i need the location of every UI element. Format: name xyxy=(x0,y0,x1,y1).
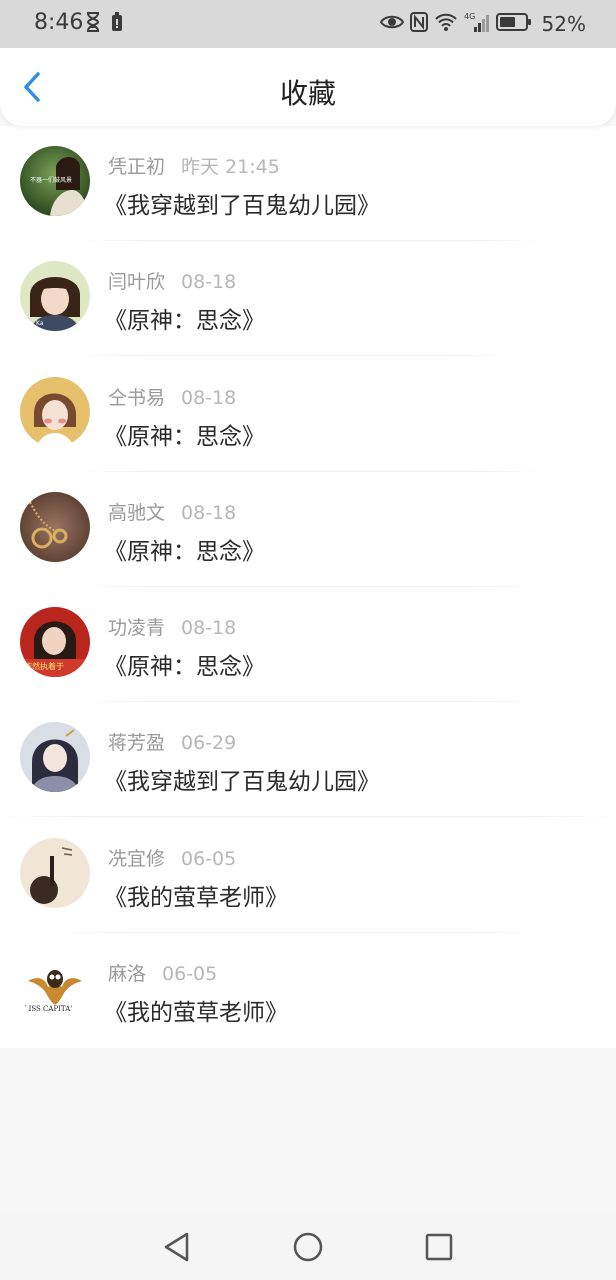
hourglass-icon xyxy=(86,12,100,36)
avatar: 不器一们鼓风景 xyxy=(20,146,90,216)
item-time: 08-18 xyxy=(181,617,237,639)
avatar-text: 依然执着于 xyxy=(24,661,64,671)
avatar xyxy=(20,376,90,447)
list-item[interactable]: 不器一们鼓风景 凭正初 昨天 21:45 《我穿越到了百鬼幼儿园》 xyxy=(0,126,616,241)
wifi-icon xyxy=(434,12,458,36)
list-item[interactable]: 蒋芳盈 06-29 《我穿越到了百鬼幼儿园》 xyxy=(0,702,616,818)
author-name: 高驰文 xyxy=(108,501,166,524)
list-item[interactable]: Ka 闫叶欣 08-18 《原神：思念》 xyxy=(0,241,616,357)
book-title: 《原神：思念》 xyxy=(104,654,265,680)
eye-icon xyxy=(379,14,404,34)
item-time: 08-18 xyxy=(181,271,237,294)
avatar: Ka xyxy=(20,261,90,332)
avatar xyxy=(20,722,90,793)
list-item[interactable]: 高驰文 08-18 《原神：思念》 xyxy=(0,472,616,587)
avatar-text: 不器一们鼓风景 xyxy=(30,176,72,184)
avatar-text: Ka xyxy=(36,320,44,327)
item-time: 昨天 21:45 xyxy=(181,156,280,178)
avatar xyxy=(20,491,90,562)
author-name: 麻洛 xyxy=(108,962,147,985)
list-item[interactable]: 仝书易 08-18 《原神：思念》 xyxy=(0,357,616,472)
status-time: 8:46 xyxy=(34,10,84,35)
book-title: 《原神：思念》 xyxy=(104,423,265,450)
triangle-back-icon xyxy=(160,1232,194,1268)
list-item[interactable]: 冼宜修 06-05 《我的萤草老师》 xyxy=(0,818,616,933)
status-bar: 8:46 4G 52% xyxy=(0,0,616,48)
nav-home-button[interactable] xyxy=(291,1230,325,1264)
author-name: 功凌青 xyxy=(108,617,166,639)
book-title: 《原神：思念》 xyxy=(104,308,265,335)
list-item[interactable]: 依然执着于 功凌青 08-18 《原神：思念》 xyxy=(0,587,616,702)
avatar: 'LISS CAPITA' xyxy=(20,952,90,1023)
circle-home-icon xyxy=(291,1232,325,1268)
navigation-bar xyxy=(0,1214,616,1280)
network-type: 4G xyxy=(464,12,475,21)
list-item[interactable]: 'LISS CAPITA' 麻洛 06-05 《我的萤草老师》 xyxy=(0,933,616,1048)
book-title: 《我的萤草老师》 xyxy=(104,999,288,1026)
battery-saver-icon xyxy=(111,12,123,36)
avatar xyxy=(20,837,90,908)
book-title: 《我穿越到了百鬼幼儿园》 xyxy=(104,769,380,796)
item-time: 08-18 xyxy=(181,501,237,524)
header: 收藏 xyxy=(0,48,616,126)
item-time: 06-05 xyxy=(181,847,237,870)
book-title: 《我的萤草老师》 xyxy=(104,884,288,911)
nav-back-button[interactable] xyxy=(160,1230,194,1264)
author-name: 蒋芳盈 xyxy=(108,732,166,755)
battery-percent: 52% xyxy=(541,12,586,36)
nav-recents-button[interactable] xyxy=(422,1230,456,1264)
avatar-text: 'LISS CAPITA' xyxy=(22,1005,72,1013)
page-title: 收藏 xyxy=(279,77,336,110)
square-recents-icon xyxy=(422,1233,456,1268)
item-time: 06-05 xyxy=(162,962,218,985)
item-time: 06-29 xyxy=(181,732,237,755)
avatar: 依然执着于 xyxy=(20,607,90,677)
book-title: 《我穿越到了百鬼幼儿园》 xyxy=(104,193,380,219)
item-time: 08-18 xyxy=(181,386,237,409)
battery-icon xyxy=(495,12,532,36)
author-name: 闫叶欣 xyxy=(108,271,166,294)
author-name: 凭正初 xyxy=(108,156,166,178)
favorites-list: 不器一们鼓风景 凭正初 昨天 21:45 《我穿越到了百鬼幼儿园》 Ka 闫叶欣 0… xyxy=(0,126,616,1048)
book-title: 《原神：思念》 xyxy=(104,538,265,565)
author-name: 冼宜修 xyxy=(108,847,166,870)
author-name: 仝书易 xyxy=(108,386,166,409)
signal-icon: 4G xyxy=(464,11,490,37)
nfc-icon xyxy=(409,12,428,36)
